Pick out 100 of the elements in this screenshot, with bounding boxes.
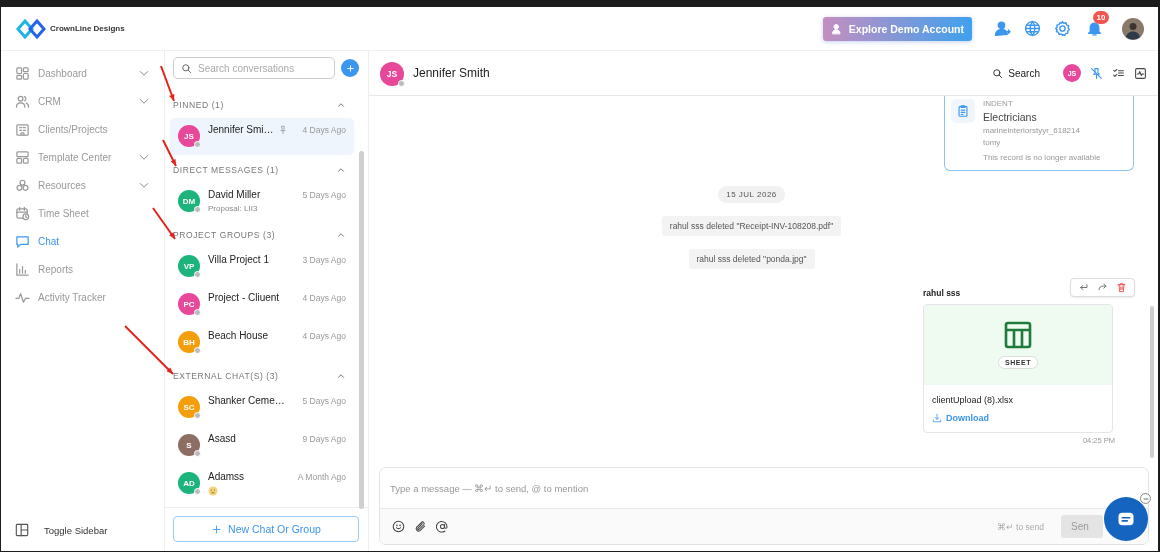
- conversation-time: 4 Days Ago: [302, 330, 346, 341]
- conversation-item[interactable]: AD Adamss A Month Ago: [170, 465, 354, 502]
- conversation-item[interactable]: PC Project - Cliuent 4 Days Ago: [170, 286, 354, 323]
- conversation-name: Project - Cliuent: [208, 292, 280, 303]
- layout-icon: [15, 149, 30, 165]
- clipboard-icon: [956, 104, 970, 118]
- grid-icon: [15, 65, 30, 81]
- nav-item[interactable]: Time Sheet: [1, 199, 164, 227]
- sender-name: rahul sss: [923, 288, 962, 298]
- conversation-name: Jennifer Smi…: [208, 124, 274, 135]
- search-icon: [181, 63, 192, 74]
- message-preview: Proposal: LII3: [208, 204, 259, 213]
- nav-item[interactable]: Template Center: [1, 143, 164, 171]
- scrollbar[interactable]: [359, 151, 364, 509]
- user-switch-icon[interactable]: [994, 20, 1011, 37]
- system-message: rahul sss deleted "Receipt-INV-108208.pdf": [661, 216, 842, 236]
- record-detail: marineinteriorstyyr_618214: [983, 126, 1081, 135]
- conversation-time: 4 Days Ago: [302, 292, 346, 303]
- conversation-name: Asasd: [208, 433, 236, 444]
- nav-item[interactable]: Chat: [1, 227, 164, 255]
- conversation-time: A Month Ago: [297, 471, 346, 482]
- settings-icon[interactable]: [1054, 20, 1071, 37]
- conversation-time: 9 Days Ago: [302, 433, 346, 444]
- spreadsheet-icon: [1004, 321, 1032, 349]
- new-chat-button[interactable]: New Chat Or Group: [173, 516, 359, 542]
- plus-icon: [211, 523, 223, 535]
- globe-icon[interactable]: [1024, 20, 1041, 37]
- conversation-item[interactable]: SC Shanker Ceme… 5 Days Ago: [170, 389, 354, 426]
- search-button[interactable]: Search: [986, 66, 1046, 80]
- system-message: rahul sss deleted "ponda.jpg": [688, 249, 815, 269]
- activity-icon: [1134, 66, 1147, 80]
- demo-account-button[interactable]: Explore Demo Account: [822, 16, 972, 41]
- chat-title: Jennifer Smith: [413, 66, 490, 80]
- send-hint: ⌘↵ to send: [996, 521, 1044, 532]
- nav-item[interactable]: CRM: [1, 87, 164, 115]
- record-note: This record is no longer available: [983, 153, 1101, 162]
- plus-icon: [344, 62, 356, 74]
- conversation-item[interactable]: S Asasd 9 Days Ago: [170, 427, 354, 464]
- avatar: S: [178, 434, 200, 456]
- avatar: AD: [178, 472, 200, 494]
- profile-avatar[interactable]: [1122, 17, 1144, 40]
- section-title: PROJECT GROUPS (3): [173, 229, 277, 240]
- nav-item[interactable]: Resources: [1, 171, 164, 199]
- conversation-time: 4 Days Ago: [302, 124, 346, 135]
- cubes-icon: [15, 177, 30, 193]
- users-icon: [15, 93, 30, 109]
- conversation-item[interactable]: VP Villa Project 1 3 Days Ago: [170, 248, 354, 285]
- avatar: VP: [178, 255, 200, 277]
- conversation-name: Shanker Ceme…: [208, 395, 285, 406]
- building-icon: [15, 121, 30, 137]
- section-title: DIRECT MESSAGES (1): [173, 164, 280, 175]
- unpin-icon: [1090, 66, 1103, 80]
- bar-chart-icon: [15, 261, 30, 277]
- logo-icon: [15, 16, 47, 41]
- conversation-time: 5 Days Ago: [302, 395, 346, 406]
- toggle-sidebar-label[interactable]: Toggle Sidebar: [44, 524, 108, 536]
- nav-item[interactable]: Reports: [1, 255, 164, 283]
- avatar: SC: [178, 396, 200, 418]
- search-field[interactable]: Search conversations: [173, 57, 335, 79]
- arrow-annotation: [124, 325, 174, 375]
- conversation-item[interactable]: DM David Miller 5 Days Ago Proposal: LII3: [170, 183, 354, 220]
- notification-icon[interactable]: [1086, 20, 1103, 37]
- file-name: clientUpload (8).xlsx: [932, 395, 1015, 405]
- chat-icon: [15, 233, 30, 249]
- brand-name: CrownLine Designs: [50, 24, 125, 33]
- avatar: DM: [178, 190, 200, 212]
- record-detail: tomy: [983, 138, 1002, 147]
- message-input[interactable]: Type a message — ⌘↵ to send, @ to mention: [380, 468, 1148, 509]
- add-button[interactable]: [341, 59, 359, 77]
- conversation-time: 5 Days Ago: [302, 189, 346, 200]
- arrow-annotation: [160, 65, 175, 102]
- avatar: BH: [178, 331, 200, 353]
- message-composer[interactable]: Type a message — ⌘↵ to send, @ to mention ⌘↵ to send Sen: [379, 467, 1149, 545]
- nav-item[interactable]: Clients/Projects: [1, 115, 164, 143]
- scrollbar[interactable]: [1150, 306, 1154, 458]
- conversation-name: Beach House: [208, 330, 269, 341]
- conversation-item[interactable]: BH Beach House 4 Days Ago: [170, 324, 354, 361]
- panel-icon: [15, 523, 29, 537]
- pin-icon: [277, 124, 288, 135]
- download-link[interactable]: Download: [932, 413, 989, 423]
- record-type: INDENT: [983, 99, 1014, 108]
- conversation-name: David Miller: [208, 189, 261, 200]
- conversation-name: Villa Project 1: [208, 254, 269, 265]
- conversation-name: Adamss: [208, 471, 245, 482]
- record-title: Electricians: [983, 111, 1038, 123]
- avatar: JS: [178, 125, 200, 147]
- conversation-time: 3 Days Ago: [302, 254, 346, 265]
- date-divider: 15 JUL 2026: [718, 186, 785, 203]
- section-title: PINNED (1): [173, 99, 225, 110]
- checklist-icon: [1112, 66, 1125, 80]
- section-title: EXTERNAL CHAT(S) (3): [173, 370, 280, 381]
- arrow-annotation: [162, 139, 177, 167]
- nav-item[interactable]: Dashboard: [1, 59, 164, 87]
- notification-count: 10: [1093, 11, 1109, 24]
- search-icon: [992, 67, 1004, 79]
- calendar-clock-icon: [15, 205, 30, 221]
- avatar: PC: [178, 293, 200, 315]
- conversation-item[interactable]: JS Jennifer Smi… 4 Days Ago: [170, 118, 354, 155]
- avatar: JS: [380, 61, 404, 86]
- nav-item[interactable]: Activity Tracker: [1, 283, 164, 311]
